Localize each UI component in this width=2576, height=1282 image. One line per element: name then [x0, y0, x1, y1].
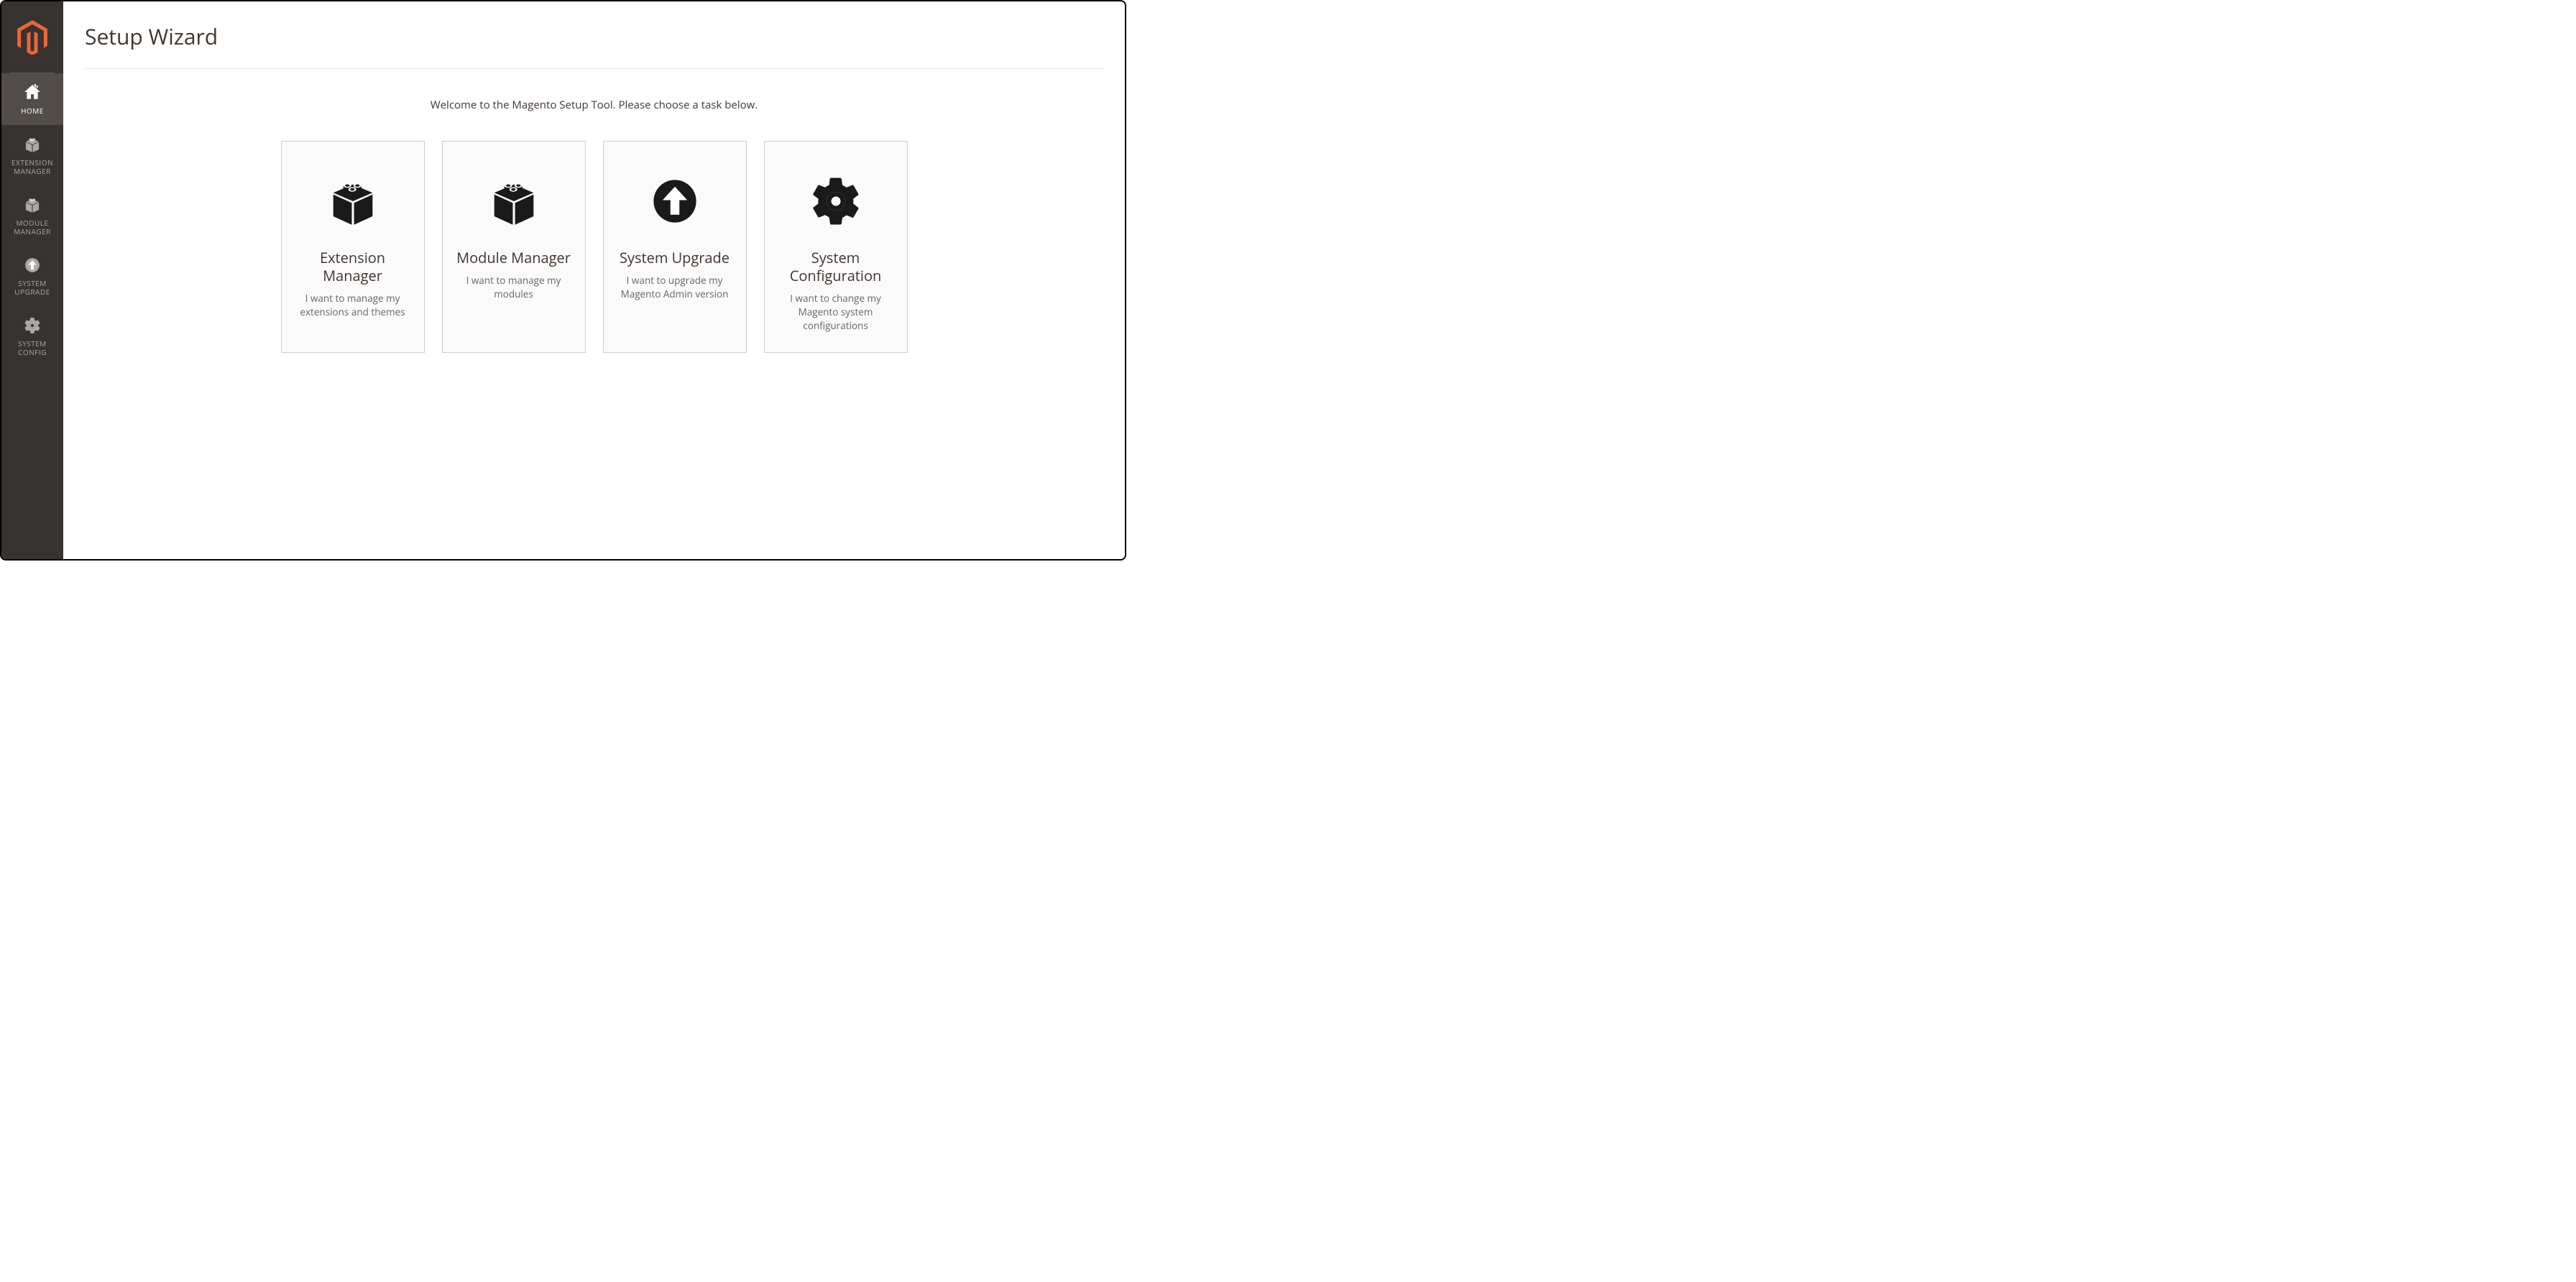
card-extension-manager[interactable]: Extension Manager I want to manage my ex…: [281, 141, 425, 353]
sidebar-nav: HOME EXTENSION MANAGER MODULE MANAGER SY…: [1, 73, 63, 366]
card-module-manager[interactable]: Module Manager I want to manage my modul…: [442, 141, 586, 353]
sidebar-item-label: SYSTEM UPGRADE: [4, 279, 60, 296]
sidebar-item-system-config[interactable]: SYSTEM CONFIG: [1, 306, 63, 366]
arrow-up-circle-icon: [647, 163, 703, 239]
box-icon: [23, 135, 42, 154]
sidebar-item-system-upgrade[interactable]: SYSTEM UPGRADE: [1, 246, 63, 306]
card-title: Extension Manager: [295, 249, 411, 285]
card-title: Module Manager: [456, 249, 571, 267]
sidebar-item-label: HOME: [21, 106, 44, 115]
sidebar-item-label: EXTENSION MANAGER: [4, 158, 60, 175]
card-desc: I want to upgrade my Magento Admin versi…: [617, 274, 733, 301]
card-title: System Configuration: [778, 249, 894, 285]
app-frame: HOME EXTENSION MANAGER MODULE MANAGER SY…: [0, 0, 1126, 561]
sidebar-item-module-manager[interactable]: MODULE MANAGER: [1, 185, 63, 246]
gear-icon: [23, 316, 42, 335]
card-system-upgrade[interactable]: System Upgrade I want to upgrade my Mage…: [603, 141, 747, 353]
magento-logo-icon: [17, 20, 47, 55]
main-content: Setup Wizard Welcome to the Magento Setu…: [63, 1, 1125, 559]
logo: [1, 1, 63, 73]
sidebar-item-label: SYSTEM CONFIG: [4, 339, 60, 356]
divider: [85, 68, 1103, 69]
box-icon: [486, 163, 542, 239]
task-cards-row: Extension Manager I want to manage my ex…: [85, 141, 1103, 353]
card-desc: I want to manage my extensions and theme…: [295, 292, 411, 319]
sidebar-item-label: MODULE MANAGER: [4, 218, 60, 236]
sidebar-item-extension-manager[interactable]: EXTENSION MANAGER: [1, 125, 63, 185]
box-icon: [23, 195, 42, 214]
arrow-up-circle-icon: [23, 256, 42, 275]
card-system-configuration[interactable]: System Configuration I want to change my…: [764, 141, 908, 353]
card-desc: I want to manage my modules: [456, 274, 572, 301]
card-title: System Upgrade: [620, 249, 730, 267]
sidebar-item-home[interactable]: HOME: [1, 73, 63, 125]
home-icon: [23, 83, 42, 102]
welcome-text: Welcome to the Magento Setup Tool. Pleas…: [85, 98, 1103, 112]
gear-icon: [808, 163, 864, 239]
sidebar: HOME EXTENSION MANAGER MODULE MANAGER SY…: [1, 1, 63, 559]
card-desc: I want to change my Magento system confi…: [778, 292, 894, 333]
page-title: Setup Wizard: [85, 22, 1103, 51]
box-icon: [325, 163, 381, 239]
